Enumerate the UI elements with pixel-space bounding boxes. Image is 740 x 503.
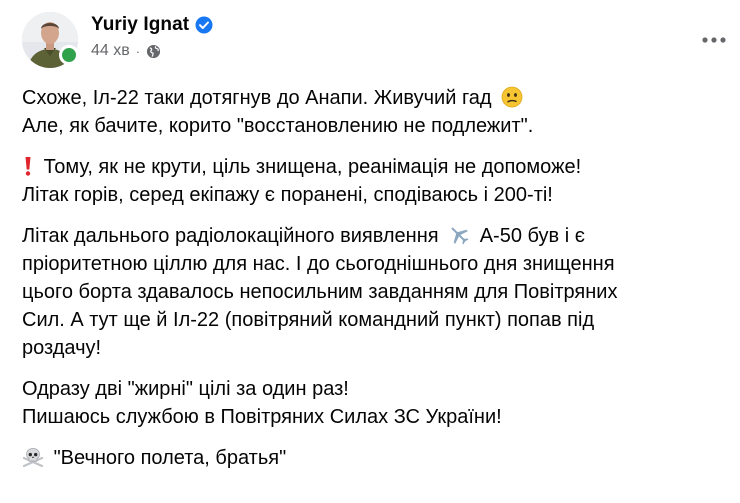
post-timestamp[interactable]: 44 хв bbox=[91, 42, 130, 60]
text-fragment: А-50 був і є bbox=[479, 225, 585, 247]
confused-face-emoji-icon bbox=[501, 86, 523, 108]
avatar-container[interactable] bbox=[22, 12, 79, 68]
text-fragment: "Вечного полета, братья" bbox=[53, 447, 287, 469]
text-line: Пишаюсь службою в Повітряних Силах ЗС Ук… bbox=[22, 406, 502, 428]
more-options-button[interactable] bbox=[696, 22, 732, 58]
text-line: пріоритетною ціллю для нас. І до сьогодн… bbox=[22, 253, 615, 275]
text-fragment: Схоже, Іл-22 таки дотягнув до Анапи. Жив… bbox=[22, 87, 492, 109]
paragraph-5: "Вечного полета, братья" bbox=[22, 444, 722, 472]
text-line: Схоже, Іл-22 таки дотягнув до Анапи. Жив… bbox=[22, 84, 722, 112]
text-line: Тому, як не крути, ціль знищена, реаніма… bbox=[22, 153, 722, 181]
meta-separator: · bbox=[135, 43, 141, 59]
text-line: Літак горів, серед екіпажу є поранені, с… bbox=[22, 184, 553, 206]
author-name[interactable]: Yuriy Ignat bbox=[91, 14, 189, 36]
post-text: Схоже, Іл-22 таки дотягнув до Анапи. Жив… bbox=[22, 84, 722, 485]
paragraph-4: Одразу дві "жирні" цілі за один раз! Пиш… bbox=[22, 375, 722, 431]
text-line: цього борта здавалось непосильним завдан… bbox=[22, 281, 618, 303]
text-line: Одразу дві "жирні" цілі за один раз! bbox=[22, 378, 349, 400]
author-row: Yuriy Ignat bbox=[91, 13, 213, 37]
paragraph-2: Тому, як не крути, ціль знищена, реаніма… bbox=[22, 153, 722, 209]
author-block: Yuriy Ignat 44 хв · bbox=[91, 13, 213, 61]
text-line: Але, як бачите, корито "восстановлению н… bbox=[22, 115, 534, 137]
text-line: "Вечного полета, братья" bbox=[22, 444, 722, 472]
text-line: роздачу! bbox=[22, 337, 102, 359]
text-fragment: Літак дальнього радіолокаційного виявлен… bbox=[22, 225, 439, 247]
text-line: Літак дальнього радіолокаційного виявлен… bbox=[22, 222, 722, 250]
more-options-icon bbox=[702, 37, 726, 43]
post-meta: 44 хв · bbox=[91, 41, 213, 61]
paragraph-1: Схоже, Іл-22 таки дотягнув до Анапи. Жив… bbox=[22, 84, 722, 140]
paragraph-3: Літак дальнього радіолокаційного виявлен… bbox=[22, 222, 722, 362]
globe-icon[interactable] bbox=[146, 44, 161, 59]
online-status-indicator bbox=[59, 45, 79, 65]
post-header: Yuriy Ignat 44 хв · bbox=[22, 12, 726, 72]
verified-badge-icon bbox=[195, 16, 213, 34]
airplane-icon bbox=[448, 224, 470, 246]
exclamation-mark-icon bbox=[22, 155, 34, 177]
text-fragment: Тому, як не крути, ціль знищена, реаніма… bbox=[43, 156, 582, 178]
text-line: Сил. А тут ще й Іл-22 (повітряний команд… bbox=[22, 309, 595, 331]
skull-and-crossbones-icon bbox=[22, 446, 44, 468]
